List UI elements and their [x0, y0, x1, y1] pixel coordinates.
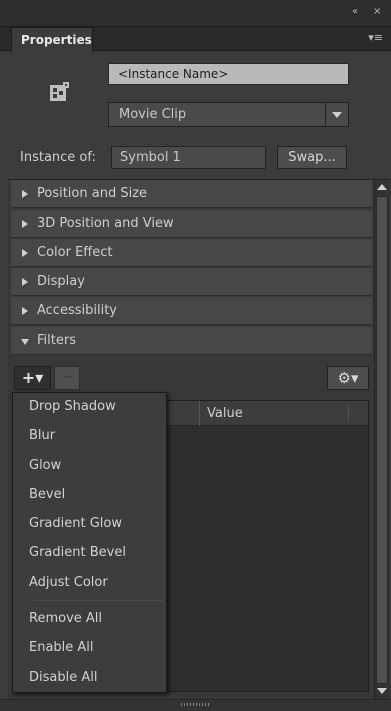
expand-triangle-icon	[22, 249, 28, 257]
menu-item-disable-all[interactable]: Disable All	[29, 669, 97, 687]
collapse-icon[interactable]: «	[352, 6, 358, 17]
column-divider	[348, 406, 349, 421]
menu-item-bevel[interactable]: Bevel	[29, 486, 65, 504]
section-label: Display	[37, 274, 85, 289]
menu-item-drop-shadow[interactable]: Drop Shadow	[29, 398, 116, 416]
section-label: Filters	[37, 333, 76, 348]
menu-lines-icon[interactable]: ≡	[374, 31, 383, 44]
menu-separator	[33, 600, 164, 601]
close-icon[interactable]: ×	[373, 6, 381, 17]
section-position-and-size[interactable]: Position and Size	[11, 180, 372, 208]
symbol-name-field: Symbol 1	[111, 146, 266, 169]
menu-item-blur[interactable]: Blur	[29, 427, 55, 445]
instance-of-label: Instance of:	[20, 150, 96, 165]
expand-triangle-icon	[22, 220, 28, 228]
scroll-down-arrow-icon[interactable]	[377, 688, 387, 694]
section-color-effect[interactable]: Color Effect	[11, 239, 372, 267]
section-3d-position-and-view[interactable]: 3D Position and View	[11, 210, 372, 238]
menu-item-gradient-glow[interactable]: Gradient Glow	[29, 515, 122, 533]
movie-clip-icon	[47, 80, 73, 106]
menu-item-adjust-color[interactable]: Adjust Color	[29, 574, 108, 592]
tab-properties[interactable]: Properties	[11, 27, 93, 52]
instance-name-input[interactable]: <Instance Name>	[108, 63, 349, 85]
panel-title-bar: « ×	[0, 0, 391, 27]
menu-item-enable-all[interactable]: Enable All	[29, 639, 94, 657]
chevron-down-icon[interactable]	[325, 103, 348, 126]
column-header-value[interactable]: Value	[199, 401, 243, 426]
resize-grip-icon[interactable]	[181, 703, 211, 706]
filter-options-button[interactable]: ⚙▾	[327, 366, 369, 390]
menu-item-gradient-bevel[interactable]: Gradient Bevel	[29, 544, 126, 562]
swap-button[interactable]: Swap...	[277, 146, 347, 169]
section-label: 3D Position and View	[37, 216, 174, 231]
scroll-up-arrow-icon[interactable]	[377, 184, 387, 190]
scrollbar-thumb[interactable]	[376, 196, 388, 684]
section-label: Color Effect	[37, 245, 113, 260]
expand-triangle-icon	[22, 278, 28, 286]
section-filters[interactable]: Filters	[11, 327, 372, 355]
section-accessibility[interactable]: Accessibility	[11, 297, 372, 325]
menu-item-glow[interactable]: Glow	[29, 457, 61, 475]
add-filter-button[interactable]: +▾	[14, 366, 51, 390]
symbol-type-dropdown[interactable]: Movie Clip	[108, 102, 349, 127]
expand-triangle-icon	[22, 190, 28, 198]
expand-triangle-icon	[22, 307, 28, 315]
panel-menu-icon[interactable]: ▾≡	[368, 31, 383, 44]
menu-item-remove-all[interactable]: Remove All	[29, 610, 102, 628]
section-display[interactable]: Display	[11, 268, 372, 296]
gear-icon: ⚙▾	[337, 369, 359, 387]
collapse-triangle-icon	[21, 339, 29, 345]
section-label: Accessibility	[37, 303, 117, 318]
symbol-type-value: Movie Clip	[119, 107, 187, 122]
remove-filter-button[interactable]: −	[54, 366, 80, 390]
section-label: Position and Size	[37, 186, 148, 201]
